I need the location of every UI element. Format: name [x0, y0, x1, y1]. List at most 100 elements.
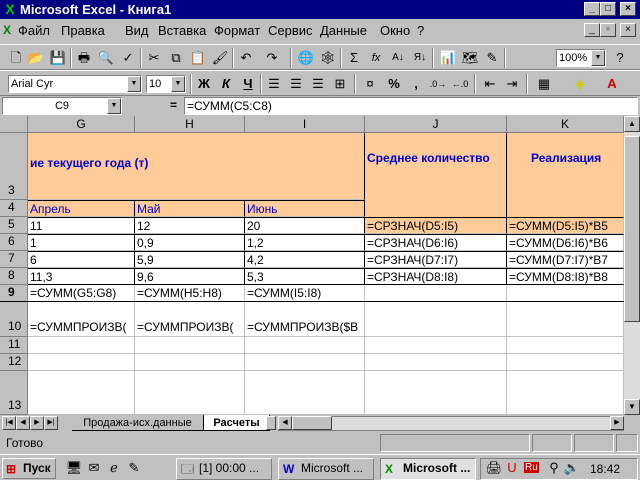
cell-j13[interactable] [365, 371, 507, 415]
task-button-1[interactable]: 🗔 [1] 00:00 ... [176, 458, 272, 480]
cell-i8[interactable]: 5,3 [245, 268, 365, 285]
cell-k10[interactable] [507, 302, 624, 337]
row-header-13[interactable]: 13 [0, 371, 28, 415]
comma-button[interactable]: , [406, 74, 426, 94]
redo-icon[interactable]: ↷ [262, 48, 282, 68]
row-header-3[interactable]: 3 [0, 133, 28, 200]
undo-icon[interactable]: ↶ [236, 48, 256, 68]
fill-color-icon[interactable]: ◈ [570, 74, 590, 94]
chevron-down-icon[interactable]: ▼ [127, 76, 141, 92]
bold-button[interactable]: Ж [194, 74, 214, 94]
cell-g6[interactable]: 1 [28, 234, 135, 251]
menu-file[interactable]: Файл [18, 23, 50, 38]
sort-asc-icon[interactable]: A↓ [388, 48, 408, 68]
save-icon[interactable]: 💾 [48, 48, 68, 68]
cell-g12[interactable] [28, 354, 135, 371]
zoom-select[interactable]: 100% ▼ [556, 49, 606, 67]
cell-k5[interactable]: =СУММ(D5:I5)*B5 [507, 217, 624, 234]
scroll-right-button[interactable]: ▶ [610, 416, 624, 430]
cell-k13[interactable] [507, 371, 624, 415]
font-color-icon[interactable]: A [602, 74, 622, 94]
cell-j11[interactable] [365, 337, 507, 354]
menu-edit[interactable]: Правка [61, 23, 105, 38]
row-header-5[interactable]: 5 [0, 217, 28, 234]
cell-k9[interactable] [507, 285, 624, 302]
prev-sheet-button[interactable]: ◀ [16, 416, 30, 430]
row-header-9[interactable]: 9 [0, 285, 28, 302]
tray-volume-icon[interactable]: 🔈 [562, 458, 582, 478]
new-icon[interactable]: 🗋 [6, 48, 26, 68]
cell-g7[interactable]: 6 [28, 251, 135, 268]
cell-j12[interactable] [365, 354, 507, 371]
italic-button[interactable]: К [216, 74, 236, 94]
preview-icon[interactable]: 🔍 [96, 48, 116, 68]
cell-i7[interactable]: 4,2 [245, 251, 365, 268]
menu-data[interactable]: Данные [320, 23, 367, 38]
scroll-thumb[interactable] [624, 136, 640, 322]
chevron-down-icon[interactable]: ▼ [171, 76, 185, 92]
scroll-down-button[interactable]: ▼ [624, 399, 640, 415]
row-header-4[interactable]: 4 [0, 200, 28, 217]
doc-close-button[interactable]: × [620, 23, 636, 37]
cell-h11[interactable] [135, 337, 245, 354]
drawing-icon[interactable]: ✎ [482, 48, 502, 68]
h-scroll-thumb[interactable] [292, 416, 332, 430]
cell-g5[interactable]: 11 [28, 217, 135, 234]
first-sheet-button[interactable]: |◀ [2, 416, 16, 430]
chevron-down-icon[interactable]: ▼ [107, 98, 121, 114]
print-icon[interactable]: 🖶 [74, 48, 94, 68]
row-header-12[interactable]: 12 [0, 354, 28, 371]
last-sheet-button[interactable]: ▶| [44, 416, 58, 430]
align-right-icon[interactable]: ☰ [308, 74, 328, 94]
desktop-icon[interactable]: 🖥 [64, 458, 84, 478]
menu-view[interactable]: Вид [125, 23, 149, 38]
start-button[interactable]: ⊞ Пуск [2, 458, 56, 479]
cell-j6[interactable]: =СРЗНАЧ(D6:I6) [365, 234, 507, 251]
row-header-6[interactable]: 6 [0, 234, 28, 251]
scroll-up-button[interactable]: ▲ [624, 116, 640, 132]
tab-raschety[interactable]: Расчеты [204, 415, 270, 431]
row-header-8[interactable]: 8 [0, 268, 28, 285]
vertical-scrollbar[interactable]: ▲ ▼ [624, 116, 640, 415]
cell-i13[interactable] [245, 371, 365, 415]
cell-g3-merged[interactable]: ие текущего года (т) [28, 133, 365, 200]
cell-h9[interactable]: =СУММ(H5:H8) [135, 285, 245, 302]
cell-i4[interactable]: Июнь [245, 200, 365, 217]
cell-h8[interactable]: 9,6 [135, 268, 245, 285]
cut-icon[interactable]: ✂ [144, 48, 164, 68]
outlook-icon[interactable]: ✉ [84, 458, 104, 478]
column-header-g[interactable]: G [28, 116, 135, 133]
hyperlink-icon[interactable]: 🌐 [296, 48, 316, 68]
decrease-indent-icon[interactable]: ⇤ [480, 74, 500, 94]
cell-j5[interactable]: =СРЗНАЧ(D5:I5) [365, 217, 507, 234]
maximize-button[interactable]: □ [600, 2, 616, 16]
tray-printer-icon[interactable]: 🖨 [484, 458, 504, 478]
menu-window[interactable]: Окно [380, 23, 410, 38]
cell-j10[interactable] [365, 302, 507, 337]
row-header-10[interactable]: 10 [0, 302, 28, 337]
spelling-icon[interactable]: ✓ [118, 48, 138, 68]
format-painter-icon[interactable]: 🖌 [210, 48, 230, 68]
increase-decimal-icon[interactable]: .0→ [428, 74, 448, 94]
merge-center-icon[interactable]: ⊞ [330, 74, 350, 94]
close-button[interactable]: × [620, 2, 636, 16]
column-header-h[interactable]: H [135, 116, 245, 133]
cell-k7[interactable]: =СУММ(D7:I7)*B7 [507, 251, 624, 268]
cell-i5[interactable]: 20 [245, 217, 365, 234]
menu-tools[interactable]: Сервис [268, 23, 313, 38]
cell-i12[interactable] [245, 354, 365, 371]
row-header-7[interactable]: 7 [0, 251, 28, 268]
cell-g13[interactable] [28, 371, 135, 415]
map-icon[interactable]: 🗺 [460, 48, 480, 68]
excel-icon[interactable]: X [2, 1, 18, 17]
copy-icon[interactable]: ⧉ [166, 48, 186, 68]
font-select[interactable]: Arial Cyr ▼ [8, 75, 142, 93]
cell-h6[interactable]: 0,9 [135, 234, 245, 251]
language-indicator[interactable]: Ru [524, 462, 539, 473]
worksheet-grid[interactable]: G H I J K 3 4 5 6 7 8 9 10 11 12 13 ие т… [0, 116, 624, 415]
web-toolbar-icon[interactable]: 🕸 [318, 48, 338, 68]
doc-minimize-button[interactable]: _ [584, 23, 600, 37]
minimize-button[interactable]: _ [584, 2, 600, 16]
cell-k11[interactable] [507, 337, 624, 354]
next-sheet-button[interactable]: ▶ [30, 416, 44, 430]
